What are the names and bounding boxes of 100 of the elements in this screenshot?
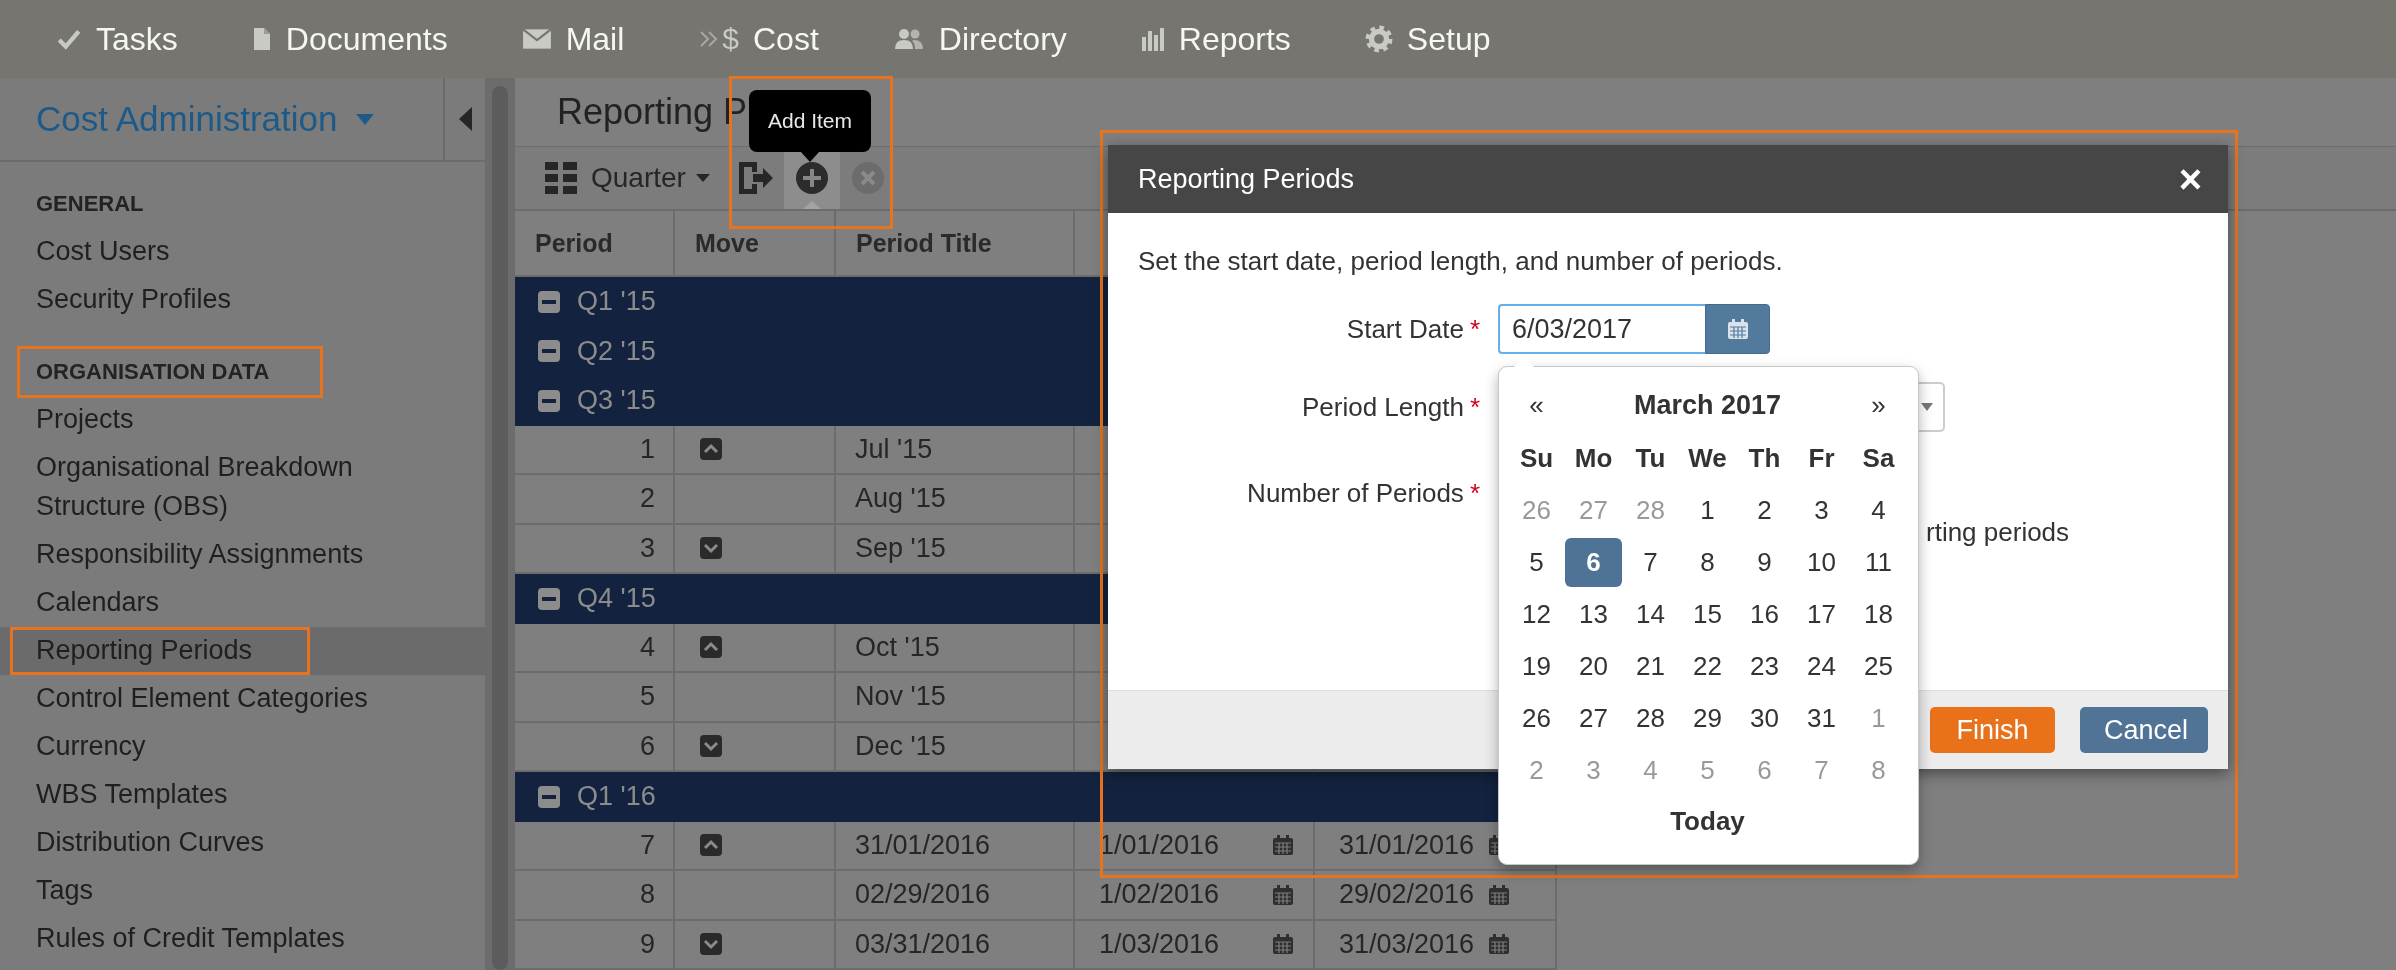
today-button[interactable]: Today [1508,795,1907,847]
sidebar-item[interactable]: Responsibility Assignments [0,531,485,579]
close-button[interactable]: × [2178,159,2202,199]
calendar-day[interactable]: 5 [1508,538,1565,587]
cancel-button[interactable]: Cancel [2080,707,2208,753]
calendar-icon[interactable] [1489,934,1509,955]
collapse-icon[interactable] [538,340,560,363]
move-up-icon[interactable] [700,636,722,659]
calendar-day[interactable]: 14 [1622,590,1679,639]
calendar-day[interactable]: 4 [1850,486,1907,535]
calendar-day[interactable]: 16 [1736,590,1793,639]
table-cell: Nov '15 [836,673,1075,723]
sidebar-item[interactable]: Distribution Curves [0,819,485,867]
nav-link[interactable]: Cost [753,20,819,58]
collapse-icon[interactable] [538,290,560,313]
calendar-icon[interactable] [1273,835,1293,856]
nav-link[interactable]: Documents [285,20,448,58]
calendar-day[interactable]: 3 [1793,486,1850,535]
calendar-day[interactable]: 15 [1679,590,1736,639]
calendar-day[interactable]: 2 [1508,746,1565,795]
calendar-day[interactable]: 22 [1679,642,1736,691]
finish-button[interactable]: Finish [1930,707,2055,753]
calendar-day[interactable]: 27 [1565,694,1622,743]
collapse-icon[interactable] [538,587,560,610]
calendar-day[interactable]: 25 [1850,642,1907,691]
next-month-button[interactable]: » [1850,379,1907,431]
calendar-day[interactable]: 3 [1565,746,1622,795]
calendar-day[interactable]: 31 [1793,694,1850,743]
sidebar-item[interactable]: Calendars [0,579,485,627]
calendar-day[interactable]: 23 [1736,642,1793,691]
collapse-icon[interactable] [538,389,560,412]
weekday-label: Fr [1807,442,1836,475]
sidebar-item[interactable]: Currency [0,723,485,771]
sidebar-item[interactable]: Rules of Credit Templates [0,915,485,963]
move-down-icon[interactable] [700,735,722,758]
calendar-day[interactable]: 2 [1736,486,1793,535]
calendar-day[interactable]: 18 [1850,590,1907,639]
nav-link[interactable]: Directory [938,20,1067,58]
nav-link[interactable]: Mail [565,20,625,58]
calendar-button[interactable] [1705,304,1770,354]
calendar-day[interactable]: 21 [1622,642,1679,691]
calendar-icon[interactable] [1273,884,1293,905]
bar-chart-icon [1140,27,1165,51]
weekday-label: Sa [1861,442,1896,475]
calendar-day[interactable]: 17 [1793,590,1850,639]
calendar-day[interactable]: 29 [1679,694,1736,743]
date-field[interactable]: 6/03/2017 [1498,304,1705,354]
instruction-text: Set the start date, period length, and number of periods. [1138,245,1784,278]
calendar-day[interactable]: 6 [1736,746,1793,795]
calendar-day[interactable]: 13 [1565,590,1622,639]
sidebar-item[interactable]: Tags [0,867,485,915]
month-title[interactable]: March 2017 [1565,379,1850,431]
sidebar-item[interactable]: Projects [0,396,485,444]
calendar-icon[interactable] [1273,934,1293,955]
calendar-icon[interactable] [1489,884,1509,905]
caret-icon [355,113,374,125]
calendar-day[interactable]: 24 [1793,642,1850,691]
nav-link[interactable]: Setup [1406,20,1491,58]
calendar-day[interactable]: 11 [1850,538,1907,587]
move-up-icon[interactable] [700,834,722,857]
calendar-day[interactable]: 28 [1622,486,1679,535]
collapse-icon [458,107,472,131]
calendar-day[interactable]: 5 [1679,746,1736,795]
calendar-day[interactable]: 27 [1565,486,1622,535]
nav-link[interactable]: Tasks [96,20,178,58]
calendar-day[interactable]: 6 [1565,538,1622,587]
calendar-day[interactable]: 1 [1679,486,1736,535]
calendar-day[interactable]: 30 [1736,694,1793,743]
scrollbar[interactable] [485,78,515,970]
calendar-day[interactable]: 10 [1793,538,1850,587]
grid-icon[interactable] [545,162,577,194]
calendar-day[interactable]: 12 [1508,590,1565,639]
calendar-day[interactable]: 28 [1622,694,1679,743]
calendar-day[interactable]: 7 [1793,746,1850,795]
calendar-day[interactable]: 19 [1508,642,1565,691]
sidebar-item[interactable]: Organisational Breakdown Structure (OBS) [0,444,485,531]
view-dropdown[interactable]: Quarter [585,162,716,194]
calendar-day[interactable]: 26 [1508,694,1565,743]
calendar-day[interactable]: 1 [1850,694,1907,743]
calendar-day[interactable]: 8 [1679,538,1736,587]
calendar-day[interactable]: 4 [1622,746,1679,795]
calendar-day[interactable]: 26 [1508,486,1565,535]
calendar-day[interactable]: 8 [1850,746,1907,795]
sidebar-item[interactable]: Security Profiles [0,276,485,324]
calendar-day[interactable]: 7 [1622,538,1679,587]
table-cell: 1 [515,425,675,475]
move-down-icon[interactable] [700,537,722,560]
nav-link[interactable]: Reports [1178,20,1291,58]
previous-month-button[interactable]: « [1508,379,1565,431]
sidebar-item[interactable]: WBS Templates [0,771,485,819]
sidebar-item[interactable]: Cost Users [0,228,485,276]
calendar-day[interactable]: 20 [1565,642,1622,691]
calendar-day[interactable]: 9 [1736,538,1793,587]
sidebar-item[interactable]: Reporting Periods [0,627,485,675]
plus-icon [794,161,829,195]
collapse-icon[interactable] [538,785,560,808]
move-up-icon[interactable] [700,438,722,461]
move-down-icon[interactable] [700,933,722,956]
sidebar-item[interactable]: Control Element Categories [0,675,485,723]
users-icon [892,28,925,50]
